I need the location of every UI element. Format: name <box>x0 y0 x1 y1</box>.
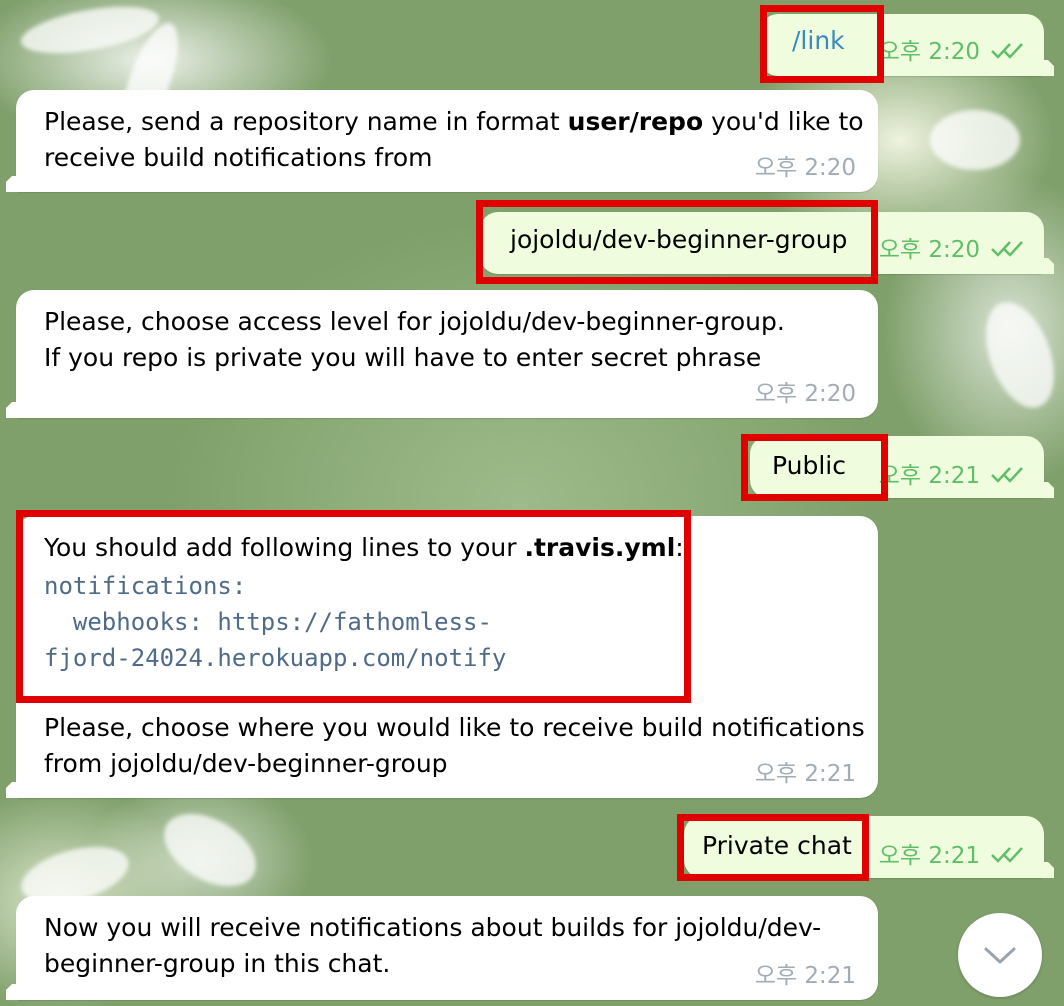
bubble-tail <box>6 782 20 798</box>
message-text-part: you'd like to <box>703 107 864 136</box>
message-text-part: Please, choose access level for jojoldu/… <box>44 307 785 336</box>
message-time: 오후 2:21 <box>878 463 980 489</box>
message-text-part: Now you will receive notifications about… <box>44 913 822 942</box>
message-text-part: Please, send a repository name in format <box>44 107 568 136</box>
bubble-tail <box>6 984 20 1000</box>
scroll-down-button[interactable] <box>958 913 1042 997</box>
double-check-icon <box>991 847 1023 863</box>
message-time: 오후 2:20 <box>878 39 980 65</box>
highlight-box <box>16 510 691 703</box>
message-text-bold: user/repo <box>567 107 704 136</box>
message-time: 오후 2:21 <box>878 843 980 869</box>
double-check-icon <box>991 43 1023 59</box>
bubble-tail <box>6 402 20 418</box>
message-time: 오후 2:20 <box>754 381 856 407</box>
background-flower <box>972 293 1064 417</box>
double-check-icon <box>991 467 1023 483</box>
bubble-tail <box>1040 862 1054 878</box>
bubble-tail <box>1040 258 1054 274</box>
message-text-part: receive build notifications from <box>44 143 433 172</box>
incoming-message[interactable]: Please, send a repository name in format… <box>16 90 878 192</box>
bubble-tail <box>6 176 20 192</box>
message-time: 오후 2:21 <box>754 761 856 787</box>
message-text-part: beginner-group in this chat. <box>44 949 391 978</box>
message-time: 오후 2:21 <box>754 963 856 989</box>
double-check-icon <box>991 241 1023 257</box>
bubble-tail <box>1040 60 1054 76</box>
message-text: Please, send a repository name in format… <box>44 104 864 176</box>
chevron-down-icon <box>984 947 1016 964</box>
background-flower <box>151 799 269 901</box>
message-text-part: If you repo is private you will have to … <box>44 343 762 372</box>
highlight-box <box>741 434 888 501</box>
background-flower <box>930 110 1020 170</box>
message-text: Please, choose where you would like to r… <box>44 710 865 782</box>
message-text-part: from jojoldu/dev-beginner-group <box>44 749 448 778</box>
incoming-message[interactable]: Please, choose access level for jojoldu/… <box>16 290 878 418</box>
incoming-message[interactable]: Now you will receive notifications about… <box>16 896 878 1000</box>
highlight-box <box>760 5 884 83</box>
bubble-tail <box>1040 482 1054 498</box>
message-text-part: Please, choose where you would like to r… <box>44 713 865 742</box>
message-text: Now you will receive notifications about… <box>44 910 821 982</box>
highlight-box <box>476 200 878 284</box>
highlight-box <box>677 814 869 881</box>
message-time: 오후 2:20 <box>878 237 980 263</box>
message-time: 오후 2:20 <box>754 155 856 181</box>
message-text: Please, choose access level for jojoldu/… <box>44 304 785 376</box>
